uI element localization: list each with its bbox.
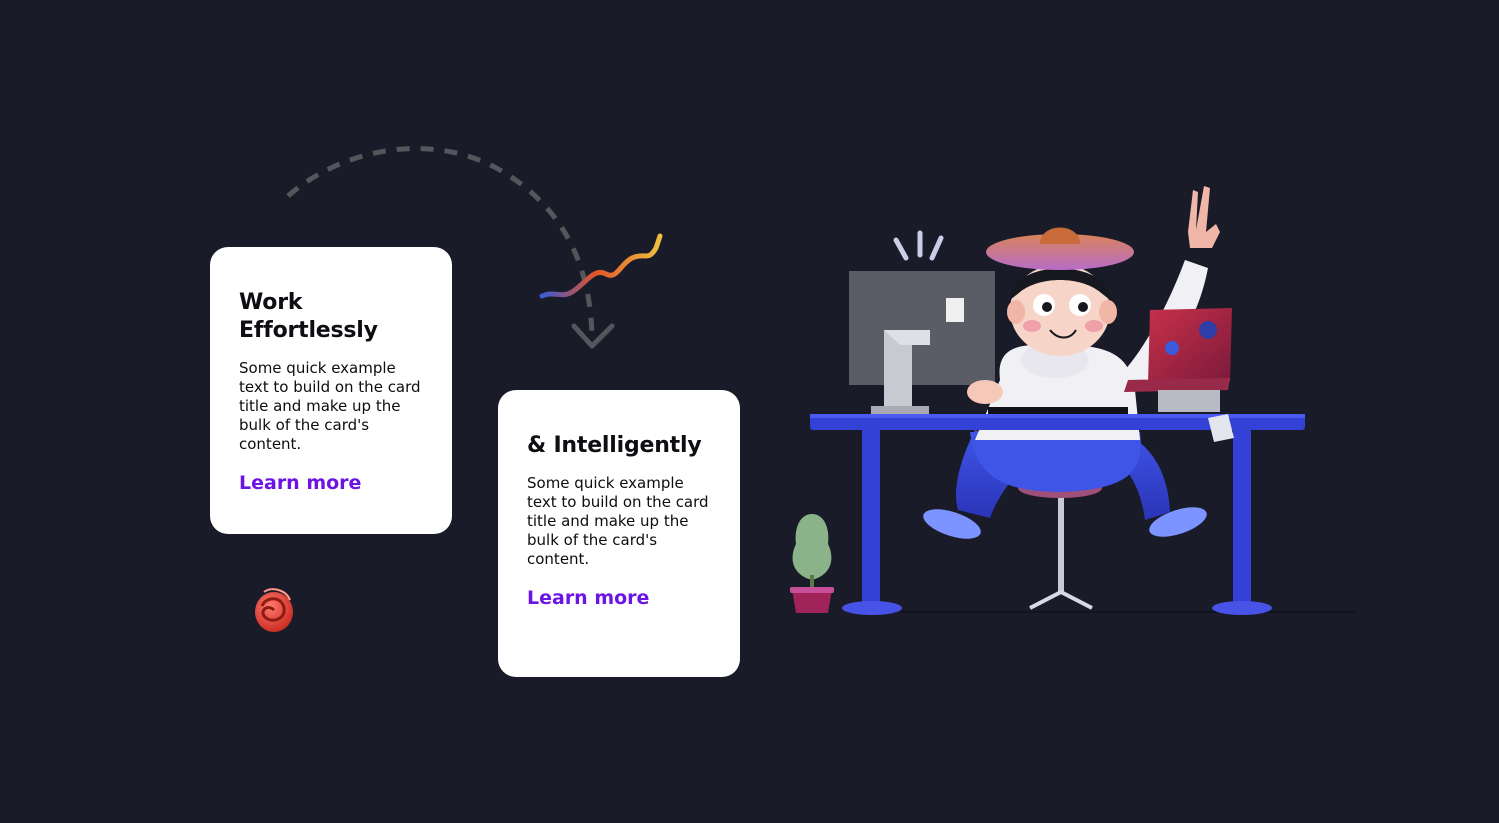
card-text: Some quick example text to build on the … bbox=[239, 359, 421, 453]
feature-card-intelligently: & Intelligently Some quick example text … bbox=[498, 390, 740, 677]
learn-more-link[interactable]: Learn more bbox=[239, 471, 361, 495]
card-text: Some quick example text to build on the … bbox=[527, 474, 709, 568]
feature-card-work: Work Effortlessly Some quick example tex… bbox=[210, 247, 452, 534]
card-title: Work Effortlessly bbox=[239, 290, 378, 343]
card-title: & Intelligently bbox=[527, 433, 702, 458]
learn-more-link[interactable]: Learn more bbox=[527, 586, 649, 610]
